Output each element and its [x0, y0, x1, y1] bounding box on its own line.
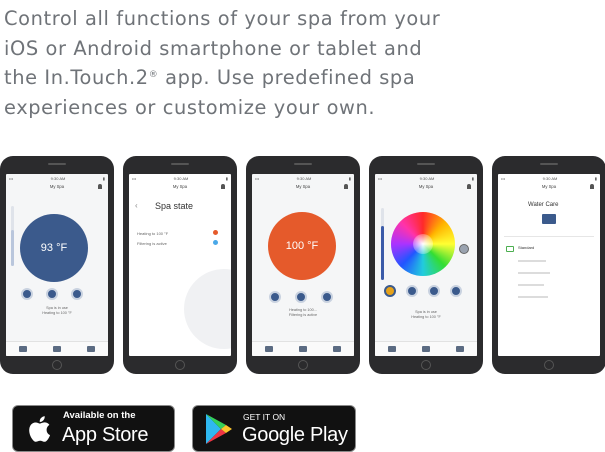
- app-store-badge[interactable]: Available on the App Store: [12, 405, 175, 452]
- calendar-icon: [542, 214, 556, 224]
- phone-speaker: [417, 163, 435, 165]
- light-mode-4-button[interactable]: [450, 285, 462, 297]
- light-button[interactable]: [321, 291, 333, 303]
- google-play-badge[interactable]: GET IT ON Google Play: [192, 405, 356, 452]
- filtering-dot-icon: [213, 240, 218, 245]
- temperature-slider[interactable]: [11, 206, 14, 266]
- nav-title: My Spa: [375, 182, 477, 192]
- intro-line-4: experiences or customize your own.: [4, 95, 376, 119]
- light-mode-1-button[interactable]: [384, 285, 396, 297]
- user-icon[interactable]: [590, 184, 594, 189]
- phone-screen: ••• 9:30 AM ▮ My Spa 93 °F Spa is in use H…: [6, 174, 108, 356]
- home-button: [544, 360, 554, 370]
- brightness-slider-fill: [381, 226, 384, 280]
- blower-button[interactable]: [295, 291, 307, 303]
- phone-speaker: [540, 163, 558, 165]
- phone-screen: ••• 9:30 AM ▮ My Spa Spa is in use Heating…: [375, 174, 477, 356]
- user-icon[interactable]: [98, 184, 102, 189]
- water-care-row-3[interactable]: [518, 272, 550, 274]
- spa-state-title: Spa state: [155, 201, 194, 211]
- tab-list-icon[interactable]: [299, 346, 307, 352]
- intro-line-3-prefix: the In.Touch.2: [4, 66, 149, 90]
- blower-button[interactable]: [46, 288, 58, 300]
- phone-screen: ••• 9:30 AM ▮ My Spa ‹ Spa state Heating t…: [129, 174, 231, 356]
- apple-logo-icon: [29, 416, 51, 442]
- home-button: [298, 360, 308, 370]
- tab-settings-icon[interactable]: [456, 346, 464, 352]
- tab-settings-icon[interactable]: [333, 346, 341, 352]
- tab-bar: [6, 341, 108, 356]
- color-preset-swatch[interactable]: [459, 244, 469, 254]
- water-care-row-1[interactable]: [504, 236, 594, 237]
- phone-screenshot-lights: ••• 9:30 AM ▮ My Spa Spa is in use Heating…: [369, 156, 483, 374]
- tab-spa-icon[interactable]: [19, 346, 27, 352]
- water-care-selected-mode[interactable]: Standard: [518, 245, 534, 250]
- intro-line-3-suffix: app. Use predefined spa: [158, 66, 416, 90]
- phone-screenshot-spa-state: ••• 9:30 AM ▮ My Spa ‹ Spa state Heating t…: [123, 156, 237, 374]
- google-play-logo-icon: [206, 414, 232, 444]
- registered-mark: ®: [148, 70, 159, 81]
- phone-screenshot-temperature: ••• 9:30 AM ▮ My Spa 93 °F Spa is in use H…: [0, 156, 114, 374]
- heating-dot-icon: [213, 230, 218, 235]
- app-store-big-label: App Store: [62, 424, 149, 446]
- jets-button[interactable]: [21, 288, 33, 300]
- color-wheel[interactable]: [391, 212, 455, 276]
- intro-line-2: iOS or Android smartphone or tablet and: [4, 36, 423, 60]
- tab-bar: [375, 341, 477, 356]
- nav-title: My Spa: [129, 182, 231, 192]
- mode-selected-icon: [506, 246, 514, 252]
- water-care-title: Water Care: [528, 202, 559, 208]
- state-row-filtering: Filtering is active: [137, 241, 167, 246]
- home-button: [175, 360, 185, 370]
- nav-title: My Spa: [498, 182, 600, 192]
- tab-spa-icon[interactable]: [265, 346, 273, 352]
- brightness-slider[interactable]: [381, 208, 384, 280]
- tab-list-icon[interactable]: [53, 346, 61, 352]
- phone-screen: ••• 9:30 AM ▮ My Spa Water Care Standard: [498, 174, 600, 356]
- light-button[interactable]: [71, 288, 83, 300]
- status-caption-2: Heating to 100 °F: [411, 315, 441, 319]
- user-icon[interactable]: [344, 184, 348, 189]
- phone-speaker: [171, 163, 189, 165]
- water-care-row-4[interactable]: [518, 284, 544, 286]
- user-icon[interactable]: [467, 184, 471, 189]
- tab-list-icon[interactable]: [422, 346, 430, 352]
- google-play-small-label: GET IT ON: [243, 412, 286, 422]
- app-store-small-label: Available on the: [63, 410, 136, 421]
- intro-line-1: Control all functions of your spa from y…: [4, 7, 441, 30]
- intro-paragraph: Control all functions of your spa from y…: [4, 4, 564, 122]
- phone-screenshot-water-care: ••• 9:30 AM ▮ My Spa Water Care Standard: [492, 156, 605, 374]
- temperature-readout: 100 °F: [285, 240, 319, 252]
- status-caption-2: Heating to 100 °F: [42, 311, 72, 315]
- light-mode-3-button[interactable]: [428, 285, 440, 297]
- phone-speaker: [294, 163, 312, 165]
- temperature-readout: 93 °F: [40, 242, 68, 254]
- home-button: [52, 360, 62, 370]
- home-button: [421, 360, 431, 370]
- state-row-heating: Heating to 100 °F: [137, 231, 169, 236]
- temperature-slider-fill: [11, 230, 14, 266]
- nav-title: My Spa: [252, 182, 354, 192]
- background-graphic: [184, 269, 231, 349]
- google-play-big-label: Google Play: [242, 424, 348, 446]
- nav-title: My Spa: [6, 182, 108, 192]
- water-care-row-5[interactable]: [518, 296, 548, 298]
- back-arrow-icon[interactable]: ‹: [135, 201, 138, 210]
- jets-button[interactable]: [269, 291, 281, 303]
- phone-speaker: [48, 163, 66, 165]
- tab-settings-icon[interactable]: [87, 346, 95, 352]
- phone-screenshot-heating: ••• 9:30 AM ▮ My Spa 100 °F Heating to 100…: [246, 156, 360, 374]
- light-mode-2-button[interactable]: [406, 285, 418, 297]
- phone-screen: ••• 9:30 AM ▮ My Spa 100 °F Heating to 100…: [252, 174, 354, 356]
- status-caption-2: Filtering is active: [288, 313, 318, 317]
- water-care-row-2[interactable]: [518, 260, 546, 262]
- tab-spa-icon[interactable]: [388, 346, 396, 352]
- user-icon[interactable]: [221, 184, 225, 189]
- tab-bar: [252, 341, 354, 356]
